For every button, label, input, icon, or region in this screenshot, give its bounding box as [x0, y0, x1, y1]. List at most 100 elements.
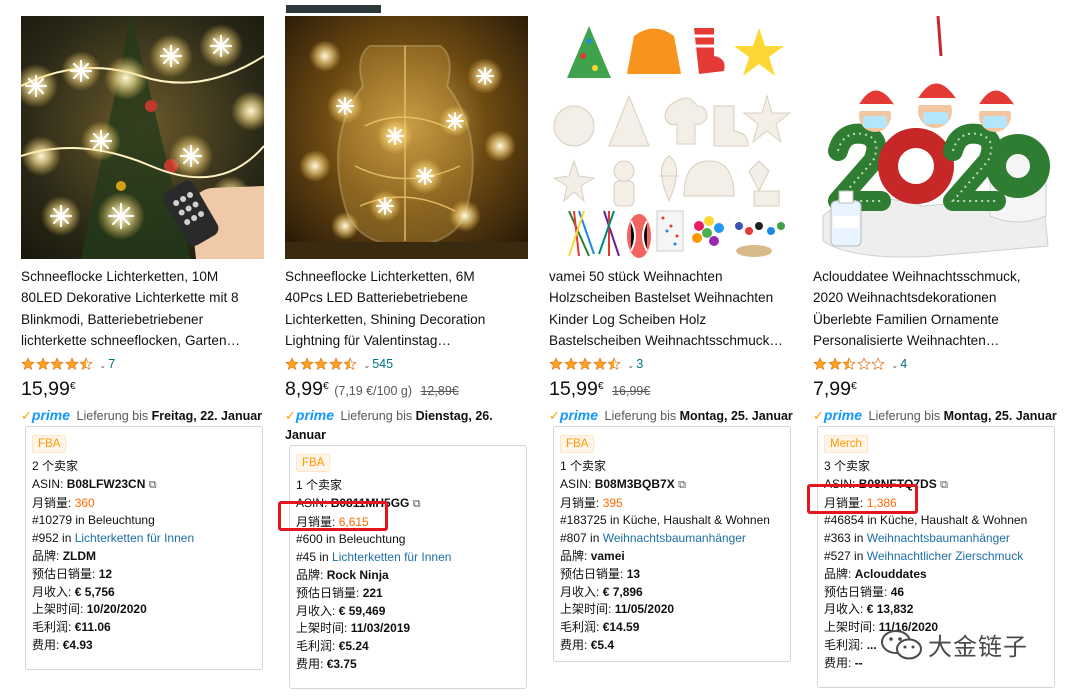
price: 15,99€ [21, 378, 76, 401]
listed-date-value: 11/03/2019 [350, 621, 411, 636]
monthly-sales-value: 395 [602, 495, 623, 510]
rating[interactable]: ⌄ 3 [549, 355, 643, 373]
asin-row: ASIN: B08M3BQB7X ⧉ [560, 476, 770, 495]
delivery-prefix: Lieferung bis [868, 409, 941, 423]
rank-row: #46854 in Küche, Haushalt & Wohnen [824, 512, 1027, 530]
brand-value: vamei [590, 548, 625, 563]
title-line: Lichterketten, Shining Decoration [285, 311, 486, 327]
brand-value: Aclouddates [854, 566, 927, 581]
sellers-value: 2 个卖家 [32, 459, 79, 473]
product-title[interactable]: Aclouddatee Weihnachtsschmuck, 2020 Weih… [813, 266, 1058, 351]
delivery-prefix: Lieferung bis [604, 409, 677, 423]
category-link[interactable]: Lichterketten für Innen [75, 531, 194, 545]
star-icon [79, 357, 93, 371]
fee-row: 费用: €3.75 [296, 656, 451, 674]
rating[interactable]: ⌄ 7 [21, 355, 115, 373]
monthly-sales-row: 月销量: 360 [32, 495, 194, 513]
rating[interactable]: ⌄ 545 [285, 355, 393, 373]
asin-label: ASIN: [32, 476, 64, 491]
brand-label: 品牌: [560, 548, 588, 563]
daily-sales-value: 46 [890, 584, 905, 599]
listed-date-row: 上架时间: 11/05/2020 [560, 601, 770, 619]
prime-logo: prime [559, 407, 599, 423]
listed-date-value: 11/05/2020 [614, 602, 675, 617]
title-line: Schneeflocke Lichterketten, 10M [21, 269, 219, 284]
wood-slices-craft-kit-image [549, 16, 792, 259]
prime-check-icon: ✓ [813, 408, 824, 423]
chevron-down-icon: ⌄ [363, 361, 371, 370]
product-image[interactable] [549, 16, 792, 259]
rank-row: #363 in Weihnachtsbaumanhänger [824, 530, 1027, 548]
daily-sales-label: 预估日销量: [824, 584, 888, 599]
chevron-down-icon: ⌄ [99, 361, 107, 370]
product-image[interactable] [285, 16, 528, 259]
category-link[interactable]: Weihnachtsbaumanhänger [867, 531, 1010, 545]
price-currency: € [322, 380, 329, 392]
asin-row: ASIN: B08LFW23CN ⧉ [32, 476, 194, 495]
price: 15,99€ 16,99€ [549, 378, 650, 401]
daily-sales-value: 221 [362, 585, 383, 600]
profit-value: €11.06 [74, 620, 111, 635]
profit-value: ... [866, 637, 877, 652]
prime-logo: prime [295, 407, 335, 423]
review-count[interactable]: ⌄ 3 [628, 357, 644, 371]
delivery-date: Dienstag, 26. [415, 409, 493, 423]
fee-row: 费用: €5.4 [560, 637, 770, 655]
rank-row: #45 in Lichterketten für Innen [296, 549, 451, 567]
fee-value: €3.75 [326, 656, 357, 671]
extension-panel: FBA 1 个卖家 ASIN: B08M3BQB7X ⧉ 月销量: 395 #1… [553, 426, 791, 662]
star-icon [813, 357, 827, 371]
review-count[interactable]: ⌄ 545 [364, 357, 394, 371]
title-line: Personalisierte Weihnachten… [813, 332, 1000, 348]
star-icon [299, 357, 314, 371]
copy-icon[interactable]: ⧉ [940, 479, 948, 491]
review-count[interactable]: ⌄ 4 [892, 357, 908, 371]
profit-row: 毛利润: €5.24 [296, 638, 451, 656]
copy-icon[interactable]: ⧉ [413, 498, 421, 510]
listed-date-label: 上架时间: [32, 602, 84, 617]
title-line: Holzscheiben Bastelset Weihnachten [549, 290, 774, 306]
fee-label: 费用: [296, 656, 324, 671]
category-link[interactable]: Weihnachtlicher Zierschmuck [867, 549, 1024, 563]
price: 8,99€ (7,19 €/100 g) 12,89€ [285, 378, 459, 401]
copy-icon[interactable]: ⧉ [149, 479, 157, 491]
profit-label: 毛利润: [560, 620, 600, 635]
prime-delivery: ✓prime Lieferung bis Dienstag, 26. Janua… [285, 406, 535, 445]
sellers-row: 1 个卖家 [560, 458, 770, 476]
review-count-value: 7 [108, 357, 116, 371]
title-line: Aclouddatee Weihnachtsschmuck, [813, 269, 1021, 284]
product-title[interactable]: vamei 50 stück Weihnachten Holzscheiben … [549, 266, 794, 351]
product-image[interactable] [813, 16, 1056, 259]
review-count-value: 3 [636, 357, 644, 371]
product-title[interactable]: Schneeflocke Lichterketten, 6M 40Pcs LED… [285, 266, 530, 351]
rank-number: #807 in [560, 531, 600, 546]
highlight-box-monthly-sales-4 [807, 484, 918, 514]
product-title[interactable]: Schneeflocke Lichterketten, 10M 80LED De… [21, 266, 266, 351]
fulfillment-badge: FBA [560, 435, 595, 453]
star-icon [842, 357, 856, 371]
brand-label: 品牌: [824, 566, 852, 581]
brand-label: 品牌: [32, 548, 60, 563]
product-image[interactable] [21, 16, 264, 259]
star-icon [563, 357, 578, 371]
star-icon [343, 357, 357, 371]
title-line: 40Pcs LED Batteriebetriebene [285, 290, 468, 306]
profit-label: 毛利润: [824, 637, 864, 652]
copy-icon[interactable]: ⧉ [678, 479, 686, 491]
sellers-value: 1 个卖家 [560, 459, 607, 473]
star-icon [871, 357, 885, 371]
category-link[interactable]: Lichterketten für Innen [332, 550, 451, 564]
product-card-3: vamei 50 stück Weihnachten Holzscheiben … [549, 0, 794, 696]
fee-value: €4.93 [62, 637, 93, 652]
sellers-row: 1 个卖家 [296, 477, 451, 495]
star-icon [35, 357, 50, 371]
profit-row: 毛利润: €14.59 [560, 619, 770, 637]
category-link[interactable]: Weihnachtsbaumanhänger [603, 531, 746, 545]
rating[interactable]: ⌄ 4 [813, 355, 907, 373]
review-count[interactable]: ⌄ 7 [100, 357, 116, 371]
vase-lights-image [285, 16, 528, 259]
prime-logo: prime [823, 407, 863, 423]
fee-value: -- [854, 655, 863, 670]
rank-row: #952 in Lichterketten für Innen [32, 530, 194, 548]
ornament-2020-image [813, 16, 1056, 259]
